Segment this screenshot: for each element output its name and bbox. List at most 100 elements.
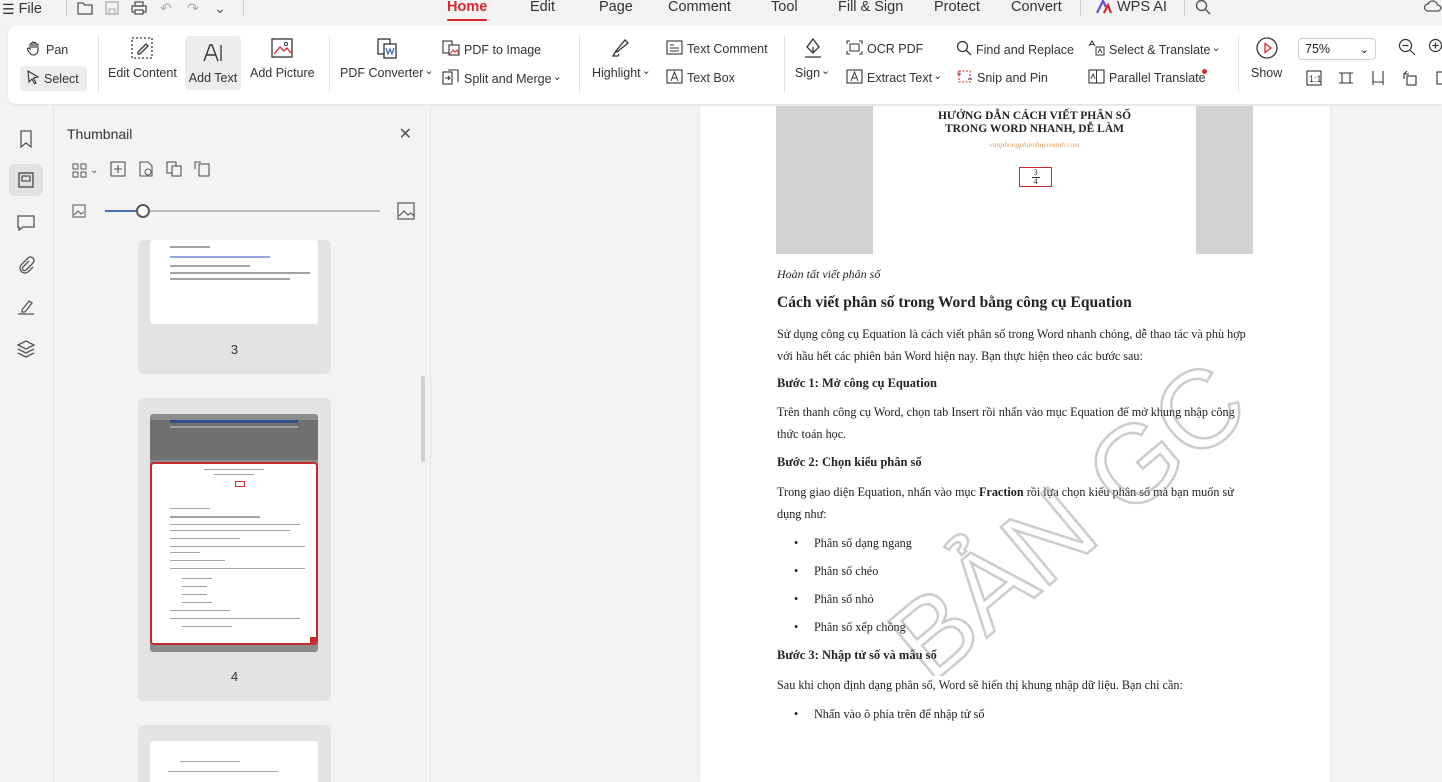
text-box-button[interactable]: Text Box: [666, 69, 735, 87]
highlight-button[interactable]: Highlight: [592, 36, 651, 80]
step-2-text-before: Trong giao diện Equation, nhấn vào mục: [777, 485, 979, 499]
thumbnail-page-5[interactable]: [138, 725, 331, 782]
split-merge-button[interactable]: Split and Merge: [442, 69, 562, 88]
tab-comment[interactable]: Comment: [668, 0, 731, 15]
thumbnail-tools: ⌄: [72, 161, 212, 180]
save-icon[interactable]: [103, 0, 121, 16]
page-number: 4: [230, 669, 239, 684]
insert-page-icon[interactable]: [110, 161, 126, 180]
tab-wps-ai-label: WPS AI: [1117, 0, 1167, 15]
text-comment-button[interactable]: Text Comment: [666, 40, 768, 58]
fraction-denominator: 4: [1033, 177, 1038, 186]
sign-button[interactable]: Sign: [795, 36, 830, 80]
thumbnail-page-4[interactable]: 4: [138, 398, 331, 701]
ocr-icon: [846, 40, 863, 58]
rotate-page-icon[interactable]: [194, 161, 212, 180]
actual-size-icon[interactable]: 1:1: [1306, 70, 1322, 86]
zoom-out-button[interactable]: [1398, 38, 1416, 56]
list-item-text: Nhấn vào ô phía trên để nhập tử số: [814, 707, 985, 721]
attachment-icon[interactable]: [13, 252, 39, 278]
tab-edit[interactable]: Edit: [530, 0, 555, 15]
document-viewport[interactable]: HƯỚNG DẪN CÁCH VIẾT PHÂN SỐ TRONG WORD N…: [432, 106, 1442, 782]
divider: [1238, 36, 1239, 92]
extract-text-icon: [846, 69, 863, 87]
article-hero-image: HƯỚNG DẪN CÁCH VIẾT PHÂN SỐ TRONG WORD N…: [776, 106, 1253, 254]
step-2-paragraph: Trong giao diện Equation, nhấn vào mục F…: [777, 481, 1257, 525]
extract-text-button[interactable]: Extract Text: [846, 69, 942, 87]
undo-icon[interactable]: ↶: [157, 0, 175, 16]
text-box-icon: [666, 69, 683, 87]
rotate-icon[interactable]: [1402, 70, 1418, 86]
add-text-button[interactable]: Add Text: [185, 36, 241, 90]
close-icon[interactable]: ✕: [399, 124, 412, 144]
add-text-icon: [201, 41, 225, 65]
file-menu-label: File: [18, 1, 42, 17]
replace-page-icon[interactable]: [166, 161, 182, 180]
tab-page[interactable]: Page: [599, 0, 633, 15]
file-menu[interactable]: ☰ File: [2, 0, 42, 18]
tab-tool[interactable]: Tool: [771, 0, 798, 15]
section-heading: Cách viết phân số trong Word bằng công c…: [777, 294, 1132, 311]
tab-home[interactable]: Home: [447, 0, 488, 21]
chevron-down-icon[interactable]: ⌄: [211, 0, 229, 16]
panel-title: Thumbnail: [67, 126, 133, 142]
cloud-sync-icon[interactable]: [1423, 0, 1442, 17]
select-translate-button[interactable]: Select & Translate: [1088, 40, 1221, 59]
slider-handle[interactable]: [136, 204, 150, 218]
zoom-select[interactable]: 75% ⌄: [1298, 38, 1376, 60]
divider: [66, 0, 67, 16]
add-picture-button[interactable]: Add Picture: [250, 36, 315, 80]
tab-fill-sign[interactable]: Fill & Sign: [838, 0, 903, 15]
extract-page-icon[interactable]: [138, 161, 154, 180]
sign-label: Sign: [795, 66, 830, 80]
new-badge-dot: [1201, 69, 1207, 74]
tab-protect[interactable]: Protect: [934, 0, 980, 15]
fit-width-icon[interactable]: [1370, 70, 1386, 86]
image-caption: Hoàn tất viết phân số: [777, 267, 881, 281]
snip-pin-button[interactable]: Snip and Pin: [956, 69, 1048, 87]
zoom-value: 75%: [1305, 42, 1331, 56]
find-replace-label: Find and Replace: [976, 42, 1074, 57]
list-item: Phân số xếp chồng: [794, 620, 906, 635]
pdf-to-image-button[interactable]: PDF to Image: [442, 40, 541, 59]
hero-url: vanphongphamhuyenanh.com: [989, 140, 1080, 149]
comment-icon[interactable]: [13, 210, 39, 236]
single-page-icon[interactable]: [1434, 70, 1442, 86]
find-replace-button[interactable]: Find and Replace: [956, 40, 1074, 59]
parallel-translate-button[interactable]: Parallel Translate: [1088, 69, 1207, 87]
print-icon[interactable]: [130, 0, 148, 16]
page-number: 3: [230, 342, 239, 357]
text-comment-icon: [666, 40, 683, 58]
thumbnail-image: [150, 741, 318, 782]
select-translate-label: Select & Translate: [1109, 43, 1221, 57]
select-button[interactable]: Select: [20, 66, 87, 91]
tab-convert[interactable]: Convert: [1011, 0, 1062, 15]
thumbnail-size-slider[interactable]: [72, 202, 417, 222]
thumbnail-icon[interactable]: [9, 164, 43, 196]
select-label: Select: [44, 71, 79, 86]
thumbnail-page-3[interactable]: 3: [138, 240, 331, 374]
ocr-pdf-button[interactable]: OCR PDF: [846, 40, 923, 58]
pan-button[interactable]: Pan: [26, 40, 68, 59]
search-icon[interactable]: [1195, 0, 1211, 19]
list-item: Phân số dạng ngang: [794, 536, 912, 551]
fit-page-icon[interactable]: [1338, 70, 1354, 86]
redo-icon[interactable]: ↷: [184, 0, 202, 16]
bookmark-icon[interactable]: [13, 126, 39, 152]
panel-scrollbar[interactable]: [421, 376, 425, 462]
edit-content-button[interactable]: Edit Content: [108, 36, 177, 80]
pdf-converter-icon: [375, 36, 399, 60]
zoom-in-icon: [1428, 38, 1442, 53]
translate-icon: [1088, 40, 1105, 59]
show-button[interactable]: Show: [1251, 36, 1282, 80]
zoom-in-button[interactable]: [1428, 38, 1442, 56]
pdf-converter-button[interactable]: PDF Converter: [340, 36, 434, 80]
tab-wps-ai[interactable]: WPS AI: [1096, 0, 1167, 15]
signature-icon[interactable]: [13, 294, 39, 320]
open-folder-icon[interactable]: [76, 0, 94, 16]
grid-view-icon[interactable]: ⌄: [72, 161, 98, 180]
layers-icon[interactable]: [13, 336, 39, 362]
pdf-to-image-icon: [442, 40, 460, 59]
hero-title: HƯỚNG DẪN CÁCH VIẾT PHÂN SỐ TRONG WORD N…: [937, 110, 1132, 135]
step-2-bold-term: Fraction: [978, 485, 1024, 499]
